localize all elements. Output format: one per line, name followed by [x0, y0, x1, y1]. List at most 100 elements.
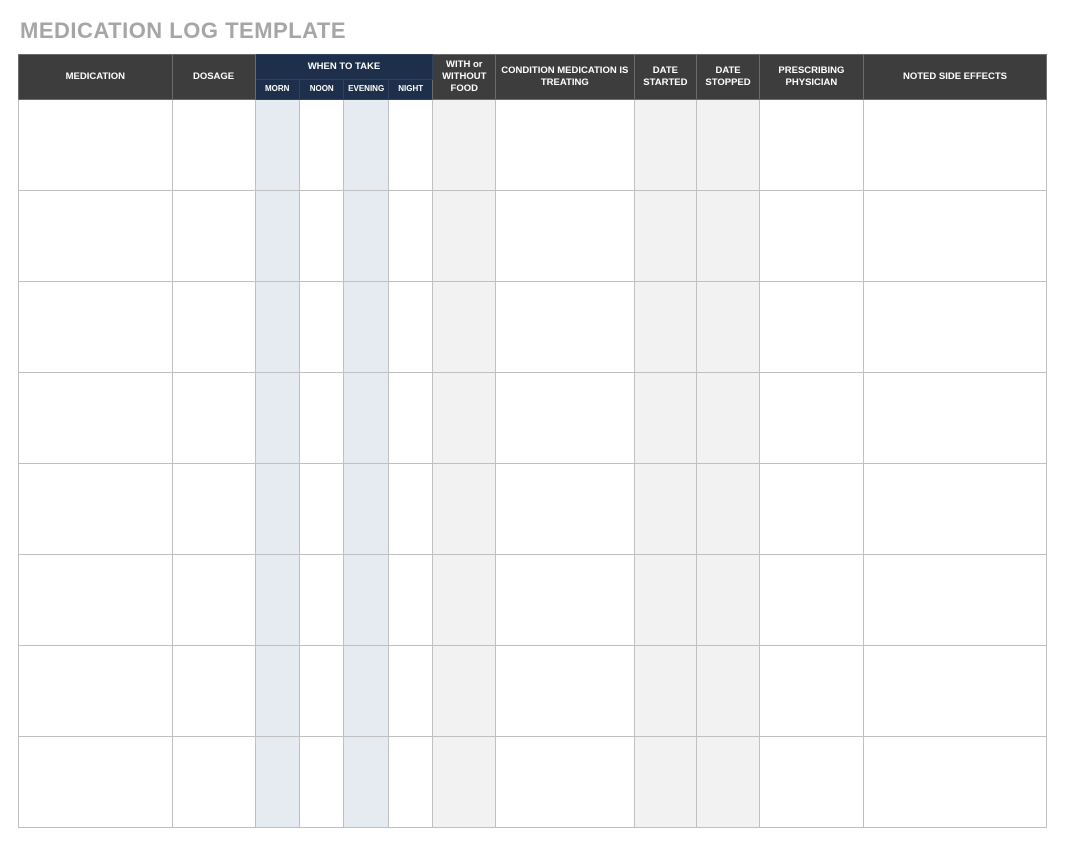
cell-physician[interactable] [759, 281, 863, 372]
cell-medication[interactable] [19, 736, 173, 827]
cell-date-stopped[interactable] [697, 281, 760, 372]
cell-noon[interactable] [299, 554, 343, 645]
cell-with-food[interactable] [433, 736, 496, 827]
cell-dosage[interactable] [172, 190, 255, 281]
cell-condition[interactable] [496, 736, 634, 827]
cell-condition[interactable] [496, 554, 634, 645]
cell-dosage[interactable] [172, 99, 255, 190]
cell-night[interactable] [388, 554, 433, 645]
cell-date-started[interactable] [634, 645, 697, 736]
cell-dosage[interactable] [172, 645, 255, 736]
cell-noon[interactable] [299, 736, 343, 827]
cell-medication[interactable] [19, 190, 173, 281]
cell-date-stopped[interactable] [697, 99, 760, 190]
cell-night[interactable] [388, 99, 433, 190]
cell-dosage[interactable] [172, 463, 255, 554]
cell-noon[interactable] [299, 372, 343, 463]
cell-dosage[interactable] [172, 281, 255, 372]
cell-evening[interactable] [344, 736, 388, 827]
cell-side-effects[interactable] [863, 372, 1046, 463]
cell-date-stopped[interactable] [697, 554, 760, 645]
cell-with-food[interactable] [433, 372, 496, 463]
cell-side-effects[interactable] [863, 281, 1046, 372]
cell-medication[interactable] [19, 645, 173, 736]
cell-date-started[interactable] [634, 554, 697, 645]
cell-evening[interactable] [344, 281, 388, 372]
cell-physician[interactable] [759, 190, 863, 281]
cell-date-started[interactable] [634, 99, 697, 190]
cell-evening[interactable] [344, 372, 388, 463]
cell-date-stopped[interactable] [697, 190, 760, 281]
cell-morn[interactable] [255, 554, 299, 645]
cell-morn[interactable] [255, 645, 299, 736]
cell-medication[interactable] [19, 281, 173, 372]
cell-side-effects[interactable] [863, 463, 1046, 554]
cell-morn[interactable] [255, 281, 299, 372]
cell-evening[interactable] [344, 190, 388, 281]
cell-morn[interactable] [255, 372, 299, 463]
cell-side-effects[interactable] [863, 645, 1046, 736]
cell-with-food[interactable] [433, 190, 496, 281]
cell-date-started[interactable] [634, 372, 697, 463]
col-medication: MEDICATION [19, 55, 173, 100]
cell-physician[interactable] [759, 372, 863, 463]
cell-night[interactable] [388, 281, 433, 372]
cell-date-stopped[interactable] [697, 372, 760, 463]
cell-evening[interactable] [344, 463, 388, 554]
cell-side-effects[interactable] [863, 736, 1046, 827]
cell-date-stopped[interactable] [697, 463, 760, 554]
cell-physician[interactable] [759, 463, 863, 554]
cell-side-effects[interactable] [863, 99, 1046, 190]
cell-condition[interactable] [496, 463, 634, 554]
cell-noon[interactable] [299, 645, 343, 736]
cell-night[interactable] [388, 190, 433, 281]
cell-with-food[interactable] [433, 554, 496, 645]
cell-night[interactable] [388, 736, 433, 827]
cell-date-started[interactable] [634, 463, 697, 554]
cell-medication[interactable] [19, 554, 173, 645]
cell-condition[interactable] [496, 99, 634, 190]
col-when-to-take: WHEN TO TAKE [255, 55, 433, 80]
cell-condition[interactable] [496, 190, 634, 281]
cell-morn[interactable] [255, 463, 299, 554]
medication-log-table: MEDICATION DOSAGE WHEN TO TAKE WITH or W… [18, 54, 1047, 828]
cell-date-started[interactable] [634, 281, 697, 372]
cell-evening[interactable] [344, 99, 388, 190]
cell-morn[interactable] [255, 736, 299, 827]
cell-date-started[interactable] [634, 736, 697, 827]
cell-side-effects[interactable] [863, 554, 1046, 645]
cell-evening[interactable] [344, 645, 388, 736]
cell-dosage[interactable] [172, 736, 255, 827]
col-condition: CONDITION MEDICATION IS TREATING [496, 55, 634, 100]
cell-date-stopped[interactable] [697, 736, 760, 827]
cell-evening[interactable] [344, 554, 388, 645]
cell-medication[interactable] [19, 463, 173, 554]
cell-physician[interactable] [759, 99, 863, 190]
cell-condition[interactable] [496, 645, 634, 736]
cell-with-food[interactable] [433, 99, 496, 190]
cell-with-food[interactable] [433, 281, 496, 372]
cell-morn[interactable] [255, 190, 299, 281]
cell-condition[interactable] [496, 372, 634, 463]
cell-noon[interactable] [299, 190, 343, 281]
cell-with-food[interactable] [433, 463, 496, 554]
cell-date-started[interactable] [634, 190, 697, 281]
cell-side-effects[interactable] [863, 190, 1046, 281]
cell-dosage[interactable] [172, 554, 255, 645]
cell-medication[interactable] [19, 372, 173, 463]
cell-morn[interactable] [255, 99, 299, 190]
cell-with-food[interactable] [433, 645, 496, 736]
cell-date-stopped[interactable] [697, 645, 760, 736]
cell-night[interactable] [388, 372, 433, 463]
cell-noon[interactable] [299, 99, 343, 190]
cell-physician[interactable] [759, 736, 863, 827]
cell-night[interactable] [388, 645, 433, 736]
cell-night[interactable] [388, 463, 433, 554]
cell-physician[interactable] [759, 554, 863, 645]
cell-dosage[interactable] [172, 372, 255, 463]
cell-physician[interactable] [759, 645, 863, 736]
cell-noon[interactable] [299, 281, 343, 372]
cell-noon[interactable] [299, 463, 343, 554]
cell-medication[interactable] [19, 99, 173, 190]
cell-condition[interactable] [496, 281, 634, 372]
